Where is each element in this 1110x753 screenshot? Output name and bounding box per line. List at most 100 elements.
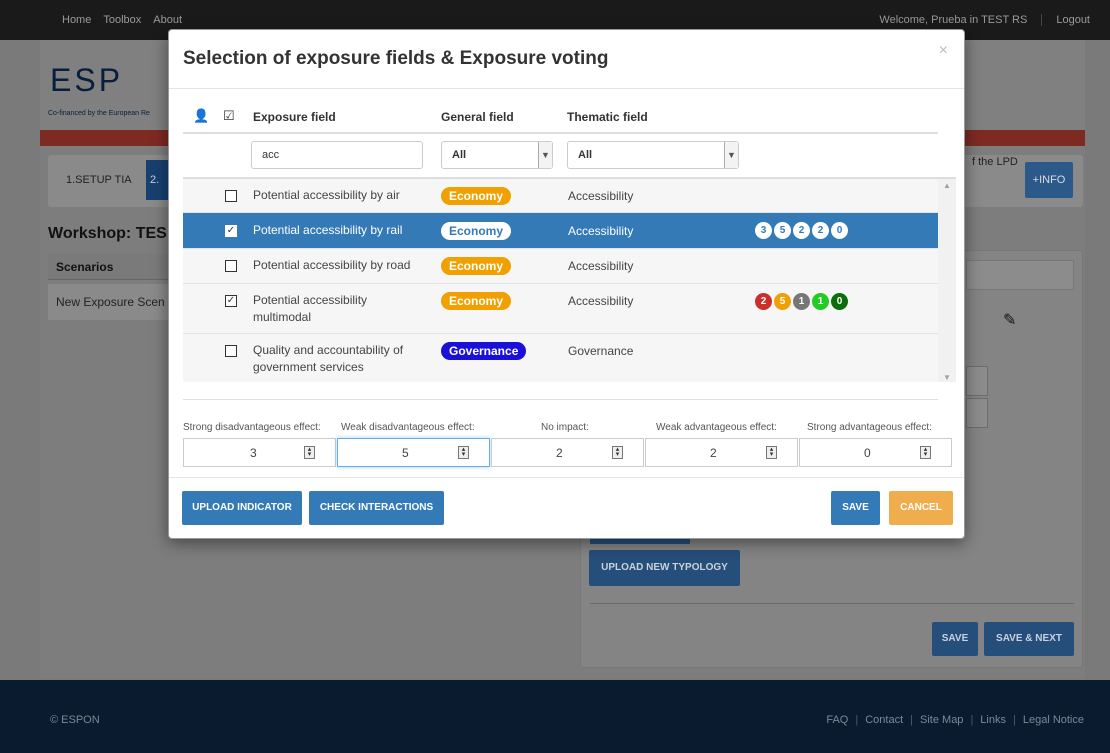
espon-logo: ESP	[50, 62, 124, 98]
column-general-field: General field	[441, 110, 514, 124]
row-thematic: Accessibility	[568, 189, 634, 203]
scenario-row[interactable]: New Exposure Scen	[48, 284, 178, 320]
row-exposure-name: Potential accessibility by road	[253, 258, 411, 272]
row-checkbox[interactable]: ✓	[225, 225, 237, 237]
panel-input[interactable]	[966, 260, 1074, 290]
exposure-filter-input[interactable]	[251, 141, 423, 169]
row-exposure-name: Potential accessibility by air	[253, 188, 400, 202]
spinner-icon[interactable]: ▴ ▾	[766, 446, 777, 459]
row-thematic: Accessibility	[568, 259, 634, 273]
check-interactions-button[interactable]: CHECK INTERACTIONS	[309, 491, 444, 525]
nav-about[interactable]: About	[153, 14, 182, 26]
stepper-value: 2	[710, 446, 717, 460]
chevron-down-icon: ▼	[538, 142, 552, 168]
vote-count: 1	[793, 293, 810, 310]
vote-count: 0	[831, 222, 848, 239]
scroll-up-icon[interactable]: ▲	[943, 181, 951, 190]
exposure-row-rail[interactable]: ✓ Potential accessibility by rail Econom…	[183, 213, 938, 249]
exposure-modal: Selection of exposure fields & Exposure …	[168, 29, 965, 539]
nav-toolbox[interactable]: Toolbox	[103, 14, 141, 26]
column-thematic-field: Thematic field	[567, 110, 648, 124]
general-badge: Economy	[441, 292, 512, 310]
row-exposure-name: Potential accessibility by rail	[253, 223, 403, 237]
row-checkbox[interactable]: ✓	[225, 295, 237, 307]
vote-summary: 2 5 1 1 0	[755, 293, 848, 310]
pencil-icon[interactable]: ✎	[1003, 310, 1016, 330]
panel-save-button[interactable]: SAVE	[932, 622, 978, 656]
general-badge: Governance	[441, 342, 527, 360]
checkbox-header-icon: ☑	[223, 108, 235, 123]
vote-count: 5	[774, 293, 791, 310]
thematic-field-select[interactable]: All ▼	[567, 141, 739, 169]
strong-disadvantageous-stepper[interactable]: 3 ▴ ▾	[183, 438, 336, 467]
logout-link[interactable]: Logout	[1041, 14, 1110, 26]
upload-typology-button[interactable]: UPLOAD NEW TYPOLOGY	[589, 550, 740, 586]
step-1-setup[interactable]: 1.SETUP TIA	[66, 174, 132, 186]
logo-tagline: Co-financed by the European Re	[48, 110, 150, 117]
modal-footer-divider	[169, 477, 964, 478]
vote-count: 3	[755, 222, 772, 239]
vote-count: 1	[812, 293, 829, 310]
spinner-icon[interactable]: ▴ ▾	[612, 446, 623, 459]
vote-count: 5	[774, 222, 791, 239]
weak-advantageous-stepper[interactable]: 2 ▴ ▾	[645, 438, 798, 467]
spinner-icon[interactable]: ▴ ▾	[920, 446, 931, 459]
exposure-list: Potential accessibility by air Economy A…	[183, 177, 956, 382]
step-2[interactable]: 2.	[146, 160, 170, 200]
stepper-value: 0	[864, 446, 871, 460]
label-weak-advantageous: Weak advantageous effect:	[656, 422, 777, 433]
exposure-row-multimodal[interactable]: ✓ Potential accessibility multimodal Eco…	[183, 284, 938, 334]
list-scrollbar[interactable]: ▲ ▼	[938, 179, 956, 382]
row-thematic: Accessibility	[568, 294, 634, 308]
footer-link-faq[interactable]: FAQ	[826, 714, 848, 726]
panel-select-1[interactable]	[966, 366, 988, 396]
exposure-row-air[interactable]: Potential accessibility by air Economy A…	[183, 179, 938, 213]
row-thematic: Governance	[568, 344, 634, 358]
vote-count: 2	[755, 293, 772, 310]
upload-indicator-button[interactable]: UPLOAD INDICATOR	[182, 491, 302, 525]
list-divider	[183, 399, 938, 400]
strong-advantageous-stepper[interactable]: 0 ▴ ▾	[799, 438, 952, 467]
row-checkbox[interactable]	[225, 260, 237, 272]
label-strong-disadvantageous: Strong disadvantageous effect:	[183, 422, 321, 433]
thematic-field-select-value: All	[578, 149, 593, 161]
scenarios-header: Scenarios	[48, 254, 178, 280]
panel-select-2[interactable]	[966, 398, 988, 428]
chevron-down-icon: ▼	[724, 142, 738, 168]
weak-disadvantageous-stepper[interactable]: 5 ▴ ▾	[337, 438, 490, 467]
close-icon[interactable]: ×	[939, 42, 948, 60]
row-exposure-name: Potential accessibility multimodal	[253, 293, 368, 324]
footer-link-contact[interactable]: Contact	[865, 714, 903, 726]
row-checkbox[interactable]	[225, 190, 237, 202]
footer-link-sitemap[interactable]: Site Map	[920, 714, 963, 726]
row-thematic: Accessibility	[568, 224, 634, 238]
header-divider	[183, 132, 938, 134]
page-footer: © ESPON FAQ | Contact | Site Map | Links | L…	[0, 680, 1110, 753]
exposure-row-governance[interactable]: Quality and accountability of government…	[183, 334, 938, 382]
modal-cancel-button[interactable]: CANCEL	[889, 491, 953, 525]
exposure-row-road[interactable]: Potential accessibility by road Economy …	[183, 249, 938, 284]
general-field-select-value: All	[452, 149, 467, 161]
footer-link-legal[interactable]: Legal Notice	[1023, 714, 1084, 726]
user-icon: 👤	[193, 108, 210, 123]
no-impact-stepper[interactable]: 2 ▴ ▾	[491, 438, 644, 467]
info-button[interactable]: +INFO	[1025, 162, 1073, 198]
footer-link-links[interactable]: Links	[980, 714, 1006, 726]
scroll-down-icon[interactable]: ▼	[943, 373, 951, 382]
workshop-title: Workshop: TES	[48, 225, 167, 242]
welcome-text: Welcome, Prueba in TEST RS	[879, 14, 1028, 26]
label-no-impact: No impact:	[541, 422, 589, 433]
label-strong-advantageous: Strong advantageous effect:	[807, 422, 932, 433]
panel-save-next-button[interactable]: SAVE & NEXT	[984, 622, 1074, 656]
vote-summary: 3 5 2 2 0	[755, 222, 848, 239]
spinner-icon[interactable]: ▴ ▾	[458, 446, 469, 459]
nav-home[interactable]: Home	[62, 14, 91, 26]
spinner-icon[interactable]: ▴ ▾	[304, 446, 315, 459]
general-badge: Economy	[441, 222, 512, 240]
general-field-select[interactable]: All ▼	[441, 141, 553, 169]
row-checkbox[interactable]	[225, 345, 237, 357]
vote-count: 2	[812, 222, 829, 239]
stepper-value: 3	[250, 446, 257, 460]
modal-save-button[interactable]: SAVE	[831, 491, 880, 525]
vote-count: 2	[793, 222, 810, 239]
